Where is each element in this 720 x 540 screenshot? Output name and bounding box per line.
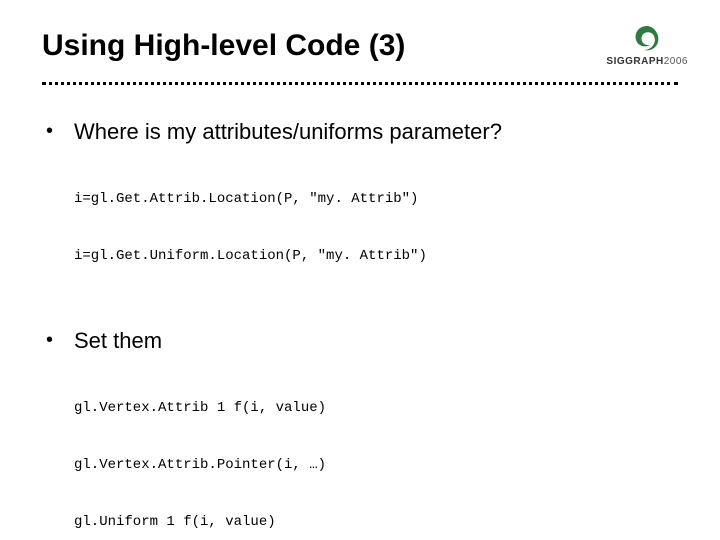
siggraph-logo: SIGGRAPH2006	[606, 24, 688, 67]
code-line: gl.Vertex.Attrib 1 f(i, value)	[74, 399, 678, 418]
bullet-list: • Where is my attributes/uniforms parame…	[42, 117, 678, 540]
logo-brand: SIGGRAPH	[606, 56, 663, 67]
code-line: i=gl.Get.Attrib.Location(P, "my. Attrib"…	[74, 190, 678, 209]
siggraph-logo-text: SIGGRAPH2006	[606, 56, 688, 67]
code-line: gl.Vertex.Attrib.Pointer(i, …)	[74, 456, 678, 475]
siggraph-swirl-icon	[630, 24, 664, 54]
slide: SIGGRAPH2006 Using High-level Code (3) •…	[0, 0, 720, 540]
logo-year: 2006	[664, 56, 688, 67]
bullet-text: Where is my attributes/uniforms paramete…	[74, 117, 502, 147]
code-line: i=gl.Get.Uniform.Location(P, "my. Attrib…	[74, 247, 678, 266]
code-block: i=gl.Get.Attrib.Location(P, "my. Attrib"…	[74, 153, 678, 304]
bullet-marker: •	[42, 117, 74, 145]
bullet-text: Set them	[74, 326, 162, 356]
bullet-item: • Where is my attributes/uniforms parame…	[42, 117, 678, 304]
code-line: gl.Uniform 1 f(i, value)	[74, 513, 678, 532]
code-block: gl.Vertex.Attrib 1 f(i, value) gl.Vertex…	[74, 362, 678, 540]
title-divider	[42, 82, 678, 85]
bullet-item: • Set them gl.Vertex.Attrib 1 f(i, value…	[42, 326, 678, 540]
bullet-marker: •	[42, 326, 74, 354]
slide-title: Using High-level Code (3)	[42, 28, 678, 64]
